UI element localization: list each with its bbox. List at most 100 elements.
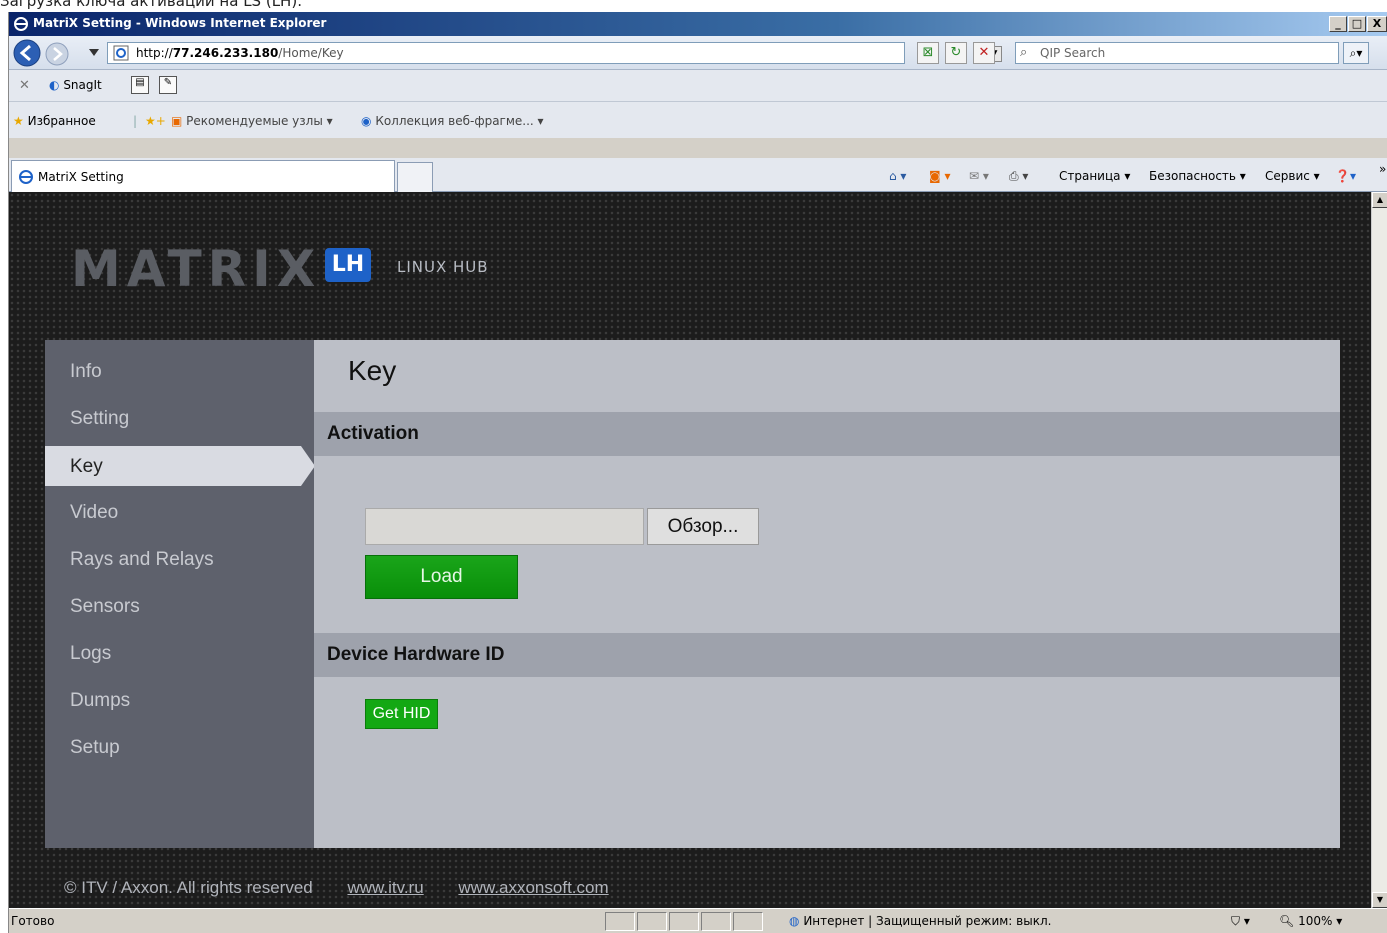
sidebar-item-sensors[interactable]: Sensors bbox=[45, 586, 314, 626]
tab-label: MatriX Setting bbox=[38, 170, 124, 184]
snagit-window-icon[interactable]: ▤ bbox=[131, 76, 149, 94]
tab-ie-icon bbox=[19, 170, 33, 184]
sidebar-item-label: Sensors bbox=[70, 596, 140, 617]
sidebar-item-label: Logs bbox=[70, 643, 112, 664]
new-tab-button[interactable] bbox=[397, 162, 433, 192]
feeds-icon[interactable]: ◙ ▾ bbox=[929, 169, 950, 183]
activation-section-header: Activation bbox=[314, 412, 1340, 456]
status-cell bbox=[701, 912, 731, 931]
address-bar[interactable]: http://77.246.233.180/Home/Key ▼ bbox=[107, 42, 1002, 64]
url-path: /Home/Key bbox=[278, 46, 344, 60]
web-slices-link[interactable]: ◉ Коллекция веб-фрагме... ▾ bbox=[361, 114, 544, 128]
forward-button[interactable] bbox=[45, 42, 69, 66]
scroll-up-icon[interactable]: ▲ bbox=[1372, 192, 1387, 208]
ie-logo-icon bbox=[14, 17, 28, 31]
window-title: MatriX Setting - Windows Internet Explor… bbox=[33, 16, 327, 30]
suggested-sites-label: Рекомендуемые узлы ▾ bbox=[186, 114, 333, 128]
vertical-scrollbar[interactable]: ▲ ▼ bbox=[1371, 192, 1387, 908]
sidebar-item-info[interactable]: Info bbox=[45, 351, 314, 391]
zoom-control[interactable]: 🔍︎ 100% ▾ bbox=[1279, 914, 1342, 928]
mail-icon[interactable]: ✉ ▾ bbox=[969, 169, 989, 183]
minimize-button[interactable]: _ bbox=[1329, 16, 1347, 32]
page-icon bbox=[113, 45, 129, 61]
snagit-edit-icon[interactable]: ✎ bbox=[159, 76, 177, 94]
suggested-sites-link[interactable]: ▣ Рекомендуемые узлы ▾ bbox=[171, 114, 333, 128]
hardware-id-section-header: Device Hardware ID bbox=[314, 633, 1340, 677]
favorites-star-icon: ★ bbox=[13, 114, 24, 128]
internet-globe-icon: ◍ bbox=[789, 914, 800, 928]
stop-button[interactable]: ✕ bbox=[973, 42, 995, 64]
compatibility-view-button[interactable]: ⊠ bbox=[917, 42, 939, 64]
close-toolbar-icon[interactable]: ✕ bbox=[19, 78, 30, 93]
back-button[interactable] bbox=[13, 39, 41, 67]
search-placeholder: QIP Search bbox=[1040, 46, 1106, 60]
logo-subtitle: LINUX HUB bbox=[397, 258, 489, 276]
protected-mode-icon[interactable]: ⛉ ▾ bbox=[1231, 914, 1250, 929]
sidebar-item-setup[interactable]: Setup bbox=[45, 727, 314, 767]
favorites-separator: | bbox=[133, 114, 138, 128]
home-icon[interactable]: ⌂ ▾ bbox=[889, 169, 906, 183]
page-title: Key bbox=[348, 355, 397, 386]
title-bar: MatriX Setting - Windows Internet Explor… bbox=[9, 12, 1387, 36]
sidebar-item-video[interactable]: Video bbox=[45, 492, 314, 532]
scroll-down-icon[interactable]: ▼ bbox=[1372, 892, 1387, 908]
favorites-bar: ★ Избранное | ★+ ▣ Рекомендуемые узлы ▾ … bbox=[9, 102, 1387, 138]
tab-bar: MatriX Setting ⌂ ▾ ◙ ▾ ✉ ▾ ⎙ ▾ Страница … bbox=[9, 158, 1387, 192]
zoom-level: 100% bbox=[1298, 914, 1333, 928]
url-host: 77.246.233.180 bbox=[172, 46, 279, 60]
sidebar-item-label: Info bbox=[70, 361, 102, 382]
snagit-button[interactable]: ◐ SnagIt bbox=[49, 78, 102, 92]
caption-text: Загрузка ключа активации на LS (LH): bbox=[0, 0, 303, 10]
history-dropdown-icon[interactable] bbox=[89, 49, 99, 57]
sidebar-item-rays-and-relays[interactable]: Rays and Relays bbox=[45, 539, 314, 579]
page-footer: © ITV / Axxon. All rights reserved www.i… bbox=[64, 878, 609, 898]
web-slices-label: Коллекция веб-фрагме... ▾ bbox=[375, 114, 544, 128]
axxonsoft-link[interactable]: www.axxonsoft.com bbox=[458, 878, 608, 897]
sidebar-item-dumps[interactable]: Dumps bbox=[45, 680, 314, 720]
suggested-sites-icon: ▣ bbox=[171, 114, 183, 128]
itv-link[interactable]: www.itv.ru bbox=[347, 878, 423, 897]
add-favorites-icon[interactable]: ★+ bbox=[145, 114, 166, 128]
sidebar-item-label: Setting bbox=[70, 408, 130, 429]
sidebar-nav: Info Setting Key Video Rays and Relays S… bbox=[45, 340, 315, 848]
load-button[interactable]: Load bbox=[365, 555, 518, 599]
sidebar-item-label: Video bbox=[70, 502, 119, 523]
browse-button[interactable]: Обзор... bbox=[647, 508, 759, 545]
copyright-text: © ITV / Axxon. All rights reserved bbox=[64, 878, 313, 897]
main-content: Key Activation Обзор... Load Device Hard… bbox=[314, 340, 1340, 848]
status-bar: Готово ◍ Интернет | Защищенный режим: вы… bbox=[9, 908, 1387, 933]
sidebar-item-key[interactable]: Key bbox=[45, 446, 315, 486]
get-hid-button[interactable]: Get HID bbox=[365, 699, 438, 729]
status-cell bbox=[733, 912, 763, 931]
print-icon[interactable]: ⎙ ▾ bbox=[1009, 169, 1028, 184]
favorites-label: Избранное bbox=[27, 114, 96, 128]
hardware-id-section-title: Device Hardware ID bbox=[327, 644, 505, 665]
lh-badge: LH bbox=[325, 248, 371, 282]
search-field[interactable]: ⌕ QIP Search bbox=[1015, 42, 1339, 64]
web-slices-icon: ◉ bbox=[361, 114, 372, 128]
favorites-button[interactable]: ★ Избранное bbox=[13, 114, 96, 128]
key-file-input[interactable] bbox=[365, 508, 644, 545]
security-zone-label: Интернет | Защищенный режим: выкл. bbox=[803, 914, 1052, 928]
service-menu[interactable]: Сервис ▾ bbox=[1265, 169, 1320, 183]
browser-window: MatriX Setting - Windows Internet Explor… bbox=[8, 12, 1387, 933]
help-icon[interactable]: ❓▾ bbox=[1335, 169, 1356, 183]
security-zone[interactable]: ◍ Интернет | Защищенный режим: выкл. bbox=[789, 914, 1051, 928]
address-url[interactable]: http://77.246.233.180/Home/Key bbox=[136, 46, 344, 60]
snagit-toolbar: ✕ ◐ SnagIt ▤ ✎ bbox=[9, 70, 1387, 102]
document-caption: Загрузка ключа активации на LS (LH): bbox=[0, 0, 1387, 12]
snagit-label: SnagIt bbox=[63, 78, 102, 92]
refresh-button[interactable]: ↻ bbox=[945, 42, 967, 64]
url-scheme: http:// bbox=[136, 46, 173, 60]
sidebar-item-setting[interactable]: Setting bbox=[45, 398, 314, 438]
page-menu[interactable]: Страница ▾ bbox=[1059, 169, 1130, 183]
maximize-button[interactable]: □ bbox=[1348, 16, 1366, 32]
sidebar-item-label: Setup bbox=[70, 737, 120, 758]
sidebar-item-logs[interactable]: Logs bbox=[45, 633, 314, 673]
search-button[interactable]: ⌕▾ bbox=[1343, 42, 1369, 64]
chevron-more-icon[interactable]: » bbox=[1379, 162, 1386, 176]
status-text: Готово bbox=[11, 914, 55, 928]
close-button[interactable]: X bbox=[1367, 16, 1387, 32]
safety-menu[interactable]: Безопасность ▾ bbox=[1149, 169, 1246, 183]
tab-matrix-setting[interactable]: MatriX Setting bbox=[11, 160, 395, 192]
